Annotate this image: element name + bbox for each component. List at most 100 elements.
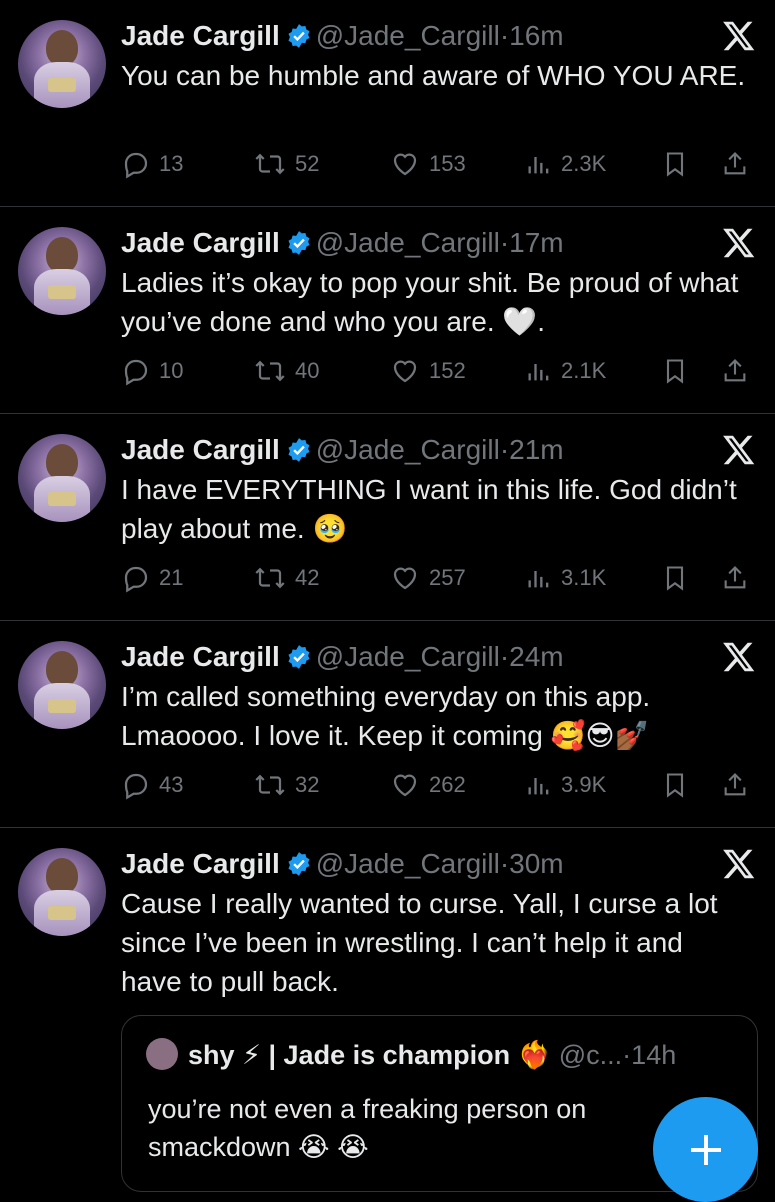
share-button[interactable]	[721, 560, 757, 596]
timestamp[interactable]: 24m	[509, 641, 563, 672]
views-count: 2.1K	[561, 358, 607, 383]
repost-count: 52	[295, 151, 320, 176]
quoted-timestamp[interactable]: 14h	[631, 1040, 676, 1070]
repost-icon	[255, 153, 285, 175]
tweet[interactable]: Jade Cargill @Jade_Cargill·24m I’m called…	[0, 621, 775, 828]
like-button[interactable]: 257	[389, 560, 466, 596]
reply-count: 13	[159, 151, 184, 176]
author-handle[interactable]: @Jade_Cargill	[316, 434, 500, 465]
views-button[interactable]: 3.1K	[525, 560, 606, 596]
verified-badge-icon	[286, 22, 312, 58]
share-icon	[724, 152, 746, 175]
share-button[interactable]	[721, 353, 757, 389]
share-icon	[724, 773, 746, 796]
reply-button[interactable]: 21	[121, 560, 183, 596]
author-handle[interactable]: @Jade_Cargill	[316, 848, 500, 879]
tweet-text: I’m called something everyday on this ap…	[121, 681, 651, 751]
like-count: 257	[429, 565, 466, 590]
verified-badge-icon	[286, 436, 312, 472]
avatar[interactable]	[18, 641, 106, 729]
verified-badge-icon	[286, 850, 312, 886]
quoted-author-name[interactable]: shy ⚡ | Jade is champion ❤️‍🔥	[188, 1040, 551, 1070]
views-icon	[528, 571, 549, 588]
reply-icon	[124, 359, 148, 386]
reply-button[interactable]: 10	[121, 353, 183, 389]
separator-dot: ·	[499, 848, 510, 879]
bookmark-button[interactable]	[661, 560, 697, 596]
separator-dot: ·	[622, 1040, 632, 1070]
bookmark-button[interactable]	[661, 353, 697, 389]
separator-dot: ·	[499, 20, 510, 51]
like-icon	[393, 567, 417, 590]
reply-count: 43	[159, 772, 184, 797]
share-button[interactable]	[721, 146, 757, 182]
reply-icon	[124, 566, 148, 593]
separator-dot: ·	[499, 641, 510, 672]
timestamp[interactable]: 16m	[509, 20, 563, 51]
reply-count: 10	[159, 358, 184, 383]
timestamp[interactable]: 30m	[509, 848, 563, 879]
author-name[interactable]: Jade Cargill	[121, 434, 280, 465]
x-logo-icon	[721, 639, 757, 675]
tweet-header: Jade Cargill @Jade_Cargill·24m	[121, 639, 564, 679]
tweet-text: I have EVERYTHING I want in this life. G…	[121, 474, 737, 544]
x-logo-icon	[721, 846, 757, 882]
views-button[interactable]: 2.1K	[525, 353, 606, 389]
author-name[interactable]: Jade Cargill	[121, 641, 280, 672]
separator-dot: ·	[499, 434, 510, 465]
views-icon	[528, 364, 549, 381]
author-name[interactable]: Jade Cargill	[121, 20, 280, 51]
views-icon	[528, 778, 549, 795]
avatar[interactable]	[18, 434, 106, 522]
verified-badge-icon	[286, 643, 312, 679]
tweet-text: Ladies it’s okay to pop your shit. Be pr…	[121, 267, 739, 337]
reply-button[interactable]: 43	[121, 767, 183, 803]
repost-button[interactable]: 40	[253, 353, 319, 389]
quoted-author-handle[interactable]: @c...	[559, 1040, 622, 1070]
like-icon	[393, 774, 417, 797]
author-handle[interactable]: @Jade_Cargill	[316, 20, 500, 51]
author-name[interactable]: Jade Cargill	[121, 848, 280, 879]
x-logo-icon	[721, 18, 757, 54]
action-bar: 21 42 257 3.1K	[121, 560, 761, 596]
avatar[interactable]	[18, 20, 106, 108]
like-icon	[393, 153, 417, 176]
author-name[interactable]: Jade Cargill	[121, 227, 280, 258]
bookmark-button[interactable]	[661, 146, 697, 182]
tweet-header: Jade Cargill @Jade_Cargill·17m	[121, 225, 564, 265]
timestamp[interactable]: 17m	[509, 227, 563, 258]
like-button[interactable]: 152	[389, 353, 466, 389]
author-handle[interactable]: @Jade_Cargill	[316, 641, 500, 672]
like-button[interactable]: 153	[389, 146, 466, 182]
repost-count: 42	[295, 565, 320, 590]
share-button[interactable]	[721, 767, 757, 803]
like-count: 262	[429, 772, 466, 797]
views-count: 3.9K	[561, 772, 607, 797]
avatar[interactable]	[18, 848, 106, 936]
like-icon	[393, 360, 417, 383]
views-button[interactable]: 2.3K	[525, 146, 606, 182]
author-handle[interactable]: @Jade_Cargill	[316, 227, 500, 258]
timestamp[interactable]: 21m	[509, 434, 563, 465]
tweet-header: Jade Cargill @Jade_Cargill·21m	[121, 432, 564, 472]
repost-button[interactable]: 42	[253, 560, 319, 596]
reply-button[interactable]: 13	[121, 146, 183, 182]
x-logo-icon	[721, 432, 757, 468]
bookmark-button[interactable]	[661, 767, 697, 803]
verified-badge-icon	[286, 229, 312, 265]
bookmark-icon	[666, 359, 684, 384]
repost-button[interactable]: 32	[253, 767, 319, 803]
tweet[interactable]: Jade Cargill @Jade_Cargill·21m I have EVE…	[0, 414, 775, 621]
like-button[interactable]: 262	[389, 767, 466, 803]
views-button[interactable]: 3.9K	[525, 767, 606, 803]
tweet-header: Jade Cargill @Jade_Cargill·30m	[121, 846, 564, 886]
tweet[interactable]: Jade Cargill @Jade_Cargill·16m You can be…	[0, 0, 775, 207]
tweet[interactable]: Jade Cargill @Jade_Cargill·17m Ladies it’…	[0, 207, 775, 414]
reply-icon	[124, 152, 148, 179]
quoted-tweet-header: shy ⚡ | Jade is champion ❤️‍🔥 @c...·14h	[146, 1038, 676, 1071]
bookmark-icon	[666, 152, 684, 177]
compose-button[interactable]	[653, 1097, 758, 1202]
avatar[interactable]	[18, 227, 106, 315]
repost-button[interactable]: 52	[253, 146, 319, 182]
quoted-avatar[interactable]	[146, 1038, 178, 1070]
